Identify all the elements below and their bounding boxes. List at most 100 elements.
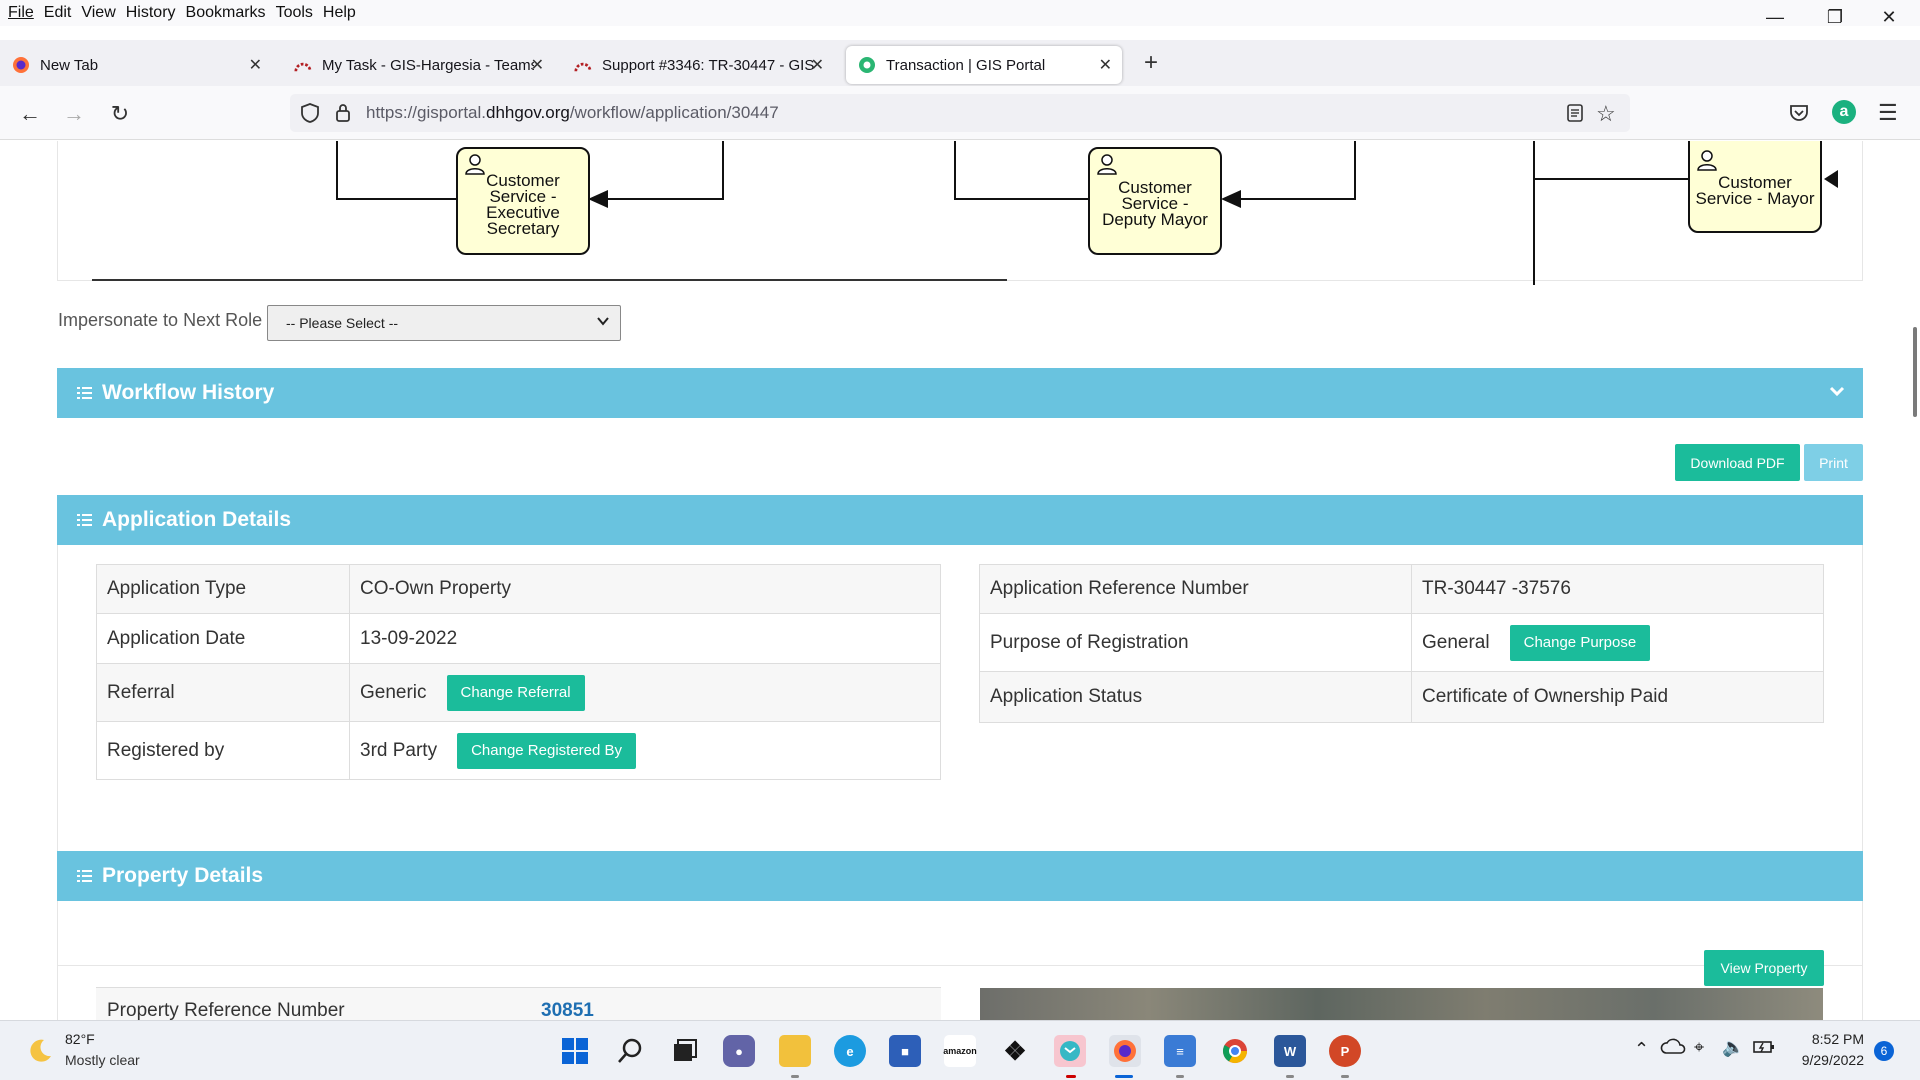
- row-value: Generic: [360, 681, 427, 703]
- chevron-down-icon: [596, 314, 610, 331]
- amazon-icon[interactable]: amazon: [943, 1035, 977, 1067]
- connector-arrow: [588, 190, 608, 208]
- property-details-header: Property Details: [57, 851, 1863, 901]
- url-bar[interactable]: https://gisportal.dhhgov.org/workflow/ap…: [290, 94, 1630, 132]
- diagram-divider: [92, 279, 1007, 281]
- clock-date[interactable]: 9/29/2022: [1794, 1052, 1864, 1068]
- weather-moon-icon[interactable]: [26, 1037, 54, 1070]
- onedrive-icon[interactable]: [1660, 1037, 1686, 1062]
- powerpoint-icon[interactable]: P: [1329, 1035, 1361, 1067]
- impersonate-role-select[interactable]: -- Please Select --: [267, 305, 621, 341]
- connector-line: [606, 198, 724, 200]
- connector-line: [1240, 198, 1356, 200]
- restore-button[interactable]: ❐: [1812, 0, 1858, 34]
- table-row: Application Status Certificate of Owners…: [979, 671, 1824, 723]
- tab-support[interactable]: Support #3346: TR-30447 - GIS ✕: [562, 46, 834, 84]
- row-value: 3rd Party: [360, 739, 438, 761]
- close-icon[interactable]: ✕: [811, 55, 824, 75]
- change-purpose-button[interactable]: Change Purpose: [1509, 624, 1651, 661]
- list-icon: [77, 509, 93, 526]
- weather-temperature: 82°F: [65, 1031, 95, 1047]
- connector-line: [1533, 141, 1535, 285]
- notepad-icon[interactable]: ≡: [1164, 1035, 1196, 1067]
- running-indicator: [1176, 1075, 1184, 1078]
- pocket-icon[interactable]: [1788, 102, 1810, 129]
- search-icon[interactable]: [614, 1035, 646, 1067]
- property-reference-link[interactable]: 30851: [541, 1000, 594, 1020]
- download-pdf-button[interactable]: Download PDF: [1675, 444, 1800, 481]
- row-label: Application Reference Number: [979, 564, 1412, 614]
- hamburger-menu-icon[interactable]: ☰: [1878, 100, 1898, 126]
- close-icon[interactable]: ✕: [1099, 55, 1112, 75]
- reader-view-icon[interactable]: [1566, 103, 1584, 128]
- menu-edit[interactable]: Edit: [39, 4, 77, 22]
- minimize-button[interactable]: —: [1752, 0, 1798, 34]
- volume-icon[interactable]: 🔈: [1722, 1037, 1744, 1058]
- view-property-button[interactable]: View Property: [1704, 950, 1824, 986]
- change-referral-button[interactable]: Change Referral: [446, 674, 585, 711]
- row-value-cell: 3rd Party Change Registered By: [349, 721, 941, 780]
- row-label: Application Status: [979, 671, 1412, 723]
- tab-transaction[interactable]: Transaction | GIS Portal ✕: [846, 46, 1122, 84]
- menu-file[interactable]: File: [0, 4, 39, 22]
- print-button[interactable]: Print: [1804, 444, 1863, 481]
- row-value-cell: Generic Change Referral: [349, 663, 941, 722]
- menu-history[interactable]: History: [121, 4, 181, 22]
- edge-icon[interactable]: e: [834, 1035, 866, 1067]
- node-label: Customer Service - Executive Secretary: [486, 171, 560, 238]
- connector-arrow: [1824, 170, 1838, 188]
- row-label: Purpose of Registration: [979, 613, 1412, 672]
- user-task-icon: [1696, 149, 1718, 171]
- tab-my-task[interactable]: My Task - GIS-Hargesia - Teams ✕: [282, 46, 554, 84]
- menu-bookmarks[interactable]: Bookmarks: [181, 4, 271, 22]
- new-tab-button[interactable]: +: [1136, 48, 1166, 78]
- close-icon[interactable]: ✕: [531, 55, 544, 75]
- firefox-taskbar-icon[interactable]: [1109, 1035, 1141, 1067]
- weather-description: Mostly clear: [65, 1052, 140, 1068]
- table-row: Application Date 13-09-2022: [96, 613, 941, 664]
- menu-view[interactable]: View: [76, 4, 120, 22]
- menu-bar: File Edit View History Bookmarks Tools H…: [0, 0, 1920, 26]
- chrome-icon[interactable]: [1219, 1035, 1251, 1067]
- node-deputy-mayor[interactable]: Customer Service - Deputy Mayor: [1088, 147, 1222, 255]
- lock-icon[interactable]: [334, 102, 352, 129]
- running-indicator: [1341, 1075, 1349, 1078]
- clock-time[interactable]: 8:52 PM: [1804, 1031, 1864, 1047]
- scrollbar[interactable]: [1913, 327, 1917, 417]
- chevron-down-icon[interactable]: [1827, 381, 1847, 407]
- word-icon[interactable]: W: [1274, 1035, 1306, 1067]
- microsoft-store-icon[interactable]: ■: [889, 1035, 921, 1067]
- close-window-button[interactable]: ✕: [1866, 0, 1912, 34]
- mail-app-icon[interactable]: [1054, 1035, 1086, 1067]
- tab-new-tab[interactable]: New Tab ✕: [0, 46, 272, 84]
- node-mayor[interactable]: Customer Service - Mayor: [1688, 141, 1822, 233]
- node-executive-secretary[interactable]: Customer Service - Executive Secretary: [456, 147, 590, 255]
- workflow-history-header[interactable]: Workflow History: [57, 368, 1863, 418]
- connector-line: [336, 141, 338, 199]
- close-icon[interactable]: ✕: [249, 55, 262, 75]
- dropbox-icon[interactable]: ❖: [999, 1035, 1031, 1067]
- chevron-up-icon[interactable]: ⌃: [1634, 1039, 1649, 1060]
- back-icon[interactable]: ←: [14, 98, 46, 130]
- panel-title: Application Details: [102, 508, 292, 531]
- row-value: CO-Own Property: [349, 564, 941, 614]
- workflow-diagram-card: [57, 141, 1863, 281]
- notification-badge[interactable]: 6: [1874, 1041, 1894, 1061]
- shield-icon[interactable]: [300, 102, 320, 129]
- teams-chat-icon[interactable]: ●: [723, 1035, 755, 1067]
- menu-tools[interactable]: Tools: [271, 4, 318, 22]
- application-details-left-table: Application Type CO-Own Property Applica…: [96, 564, 941, 780]
- wifi-icon[interactable]: ⌖: [1694, 1037, 1704, 1058]
- menu-help[interactable]: Help: [318, 4, 361, 22]
- battery-icon[interactable]: [1752, 1037, 1776, 1062]
- forward-icon[interactable]: →: [58, 98, 90, 130]
- bookmark-star-icon[interactable]: ☆: [1596, 101, 1616, 127]
- change-registered-by-button[interactable]: Change Registered By: [457, 732, 637, 769]
- windows-start-icon[interactable]: [559, 1035, 591, 1067]
- task-view-icon[interactable]: [669, 1035, 701, 1067]
- file-explorer-icon[interactable]: [779, 1035, 811, 1067]
- reload-icon[interactable]: ↻: [104, 98, 136, 130]
- row-label: Property Reference Number: [107, 1000, 345, 1020]
- account-avatar-icon[interactable]: a: [1832, 100, 1856, 124]
- connector-line: [722, 141, 724, 200]
